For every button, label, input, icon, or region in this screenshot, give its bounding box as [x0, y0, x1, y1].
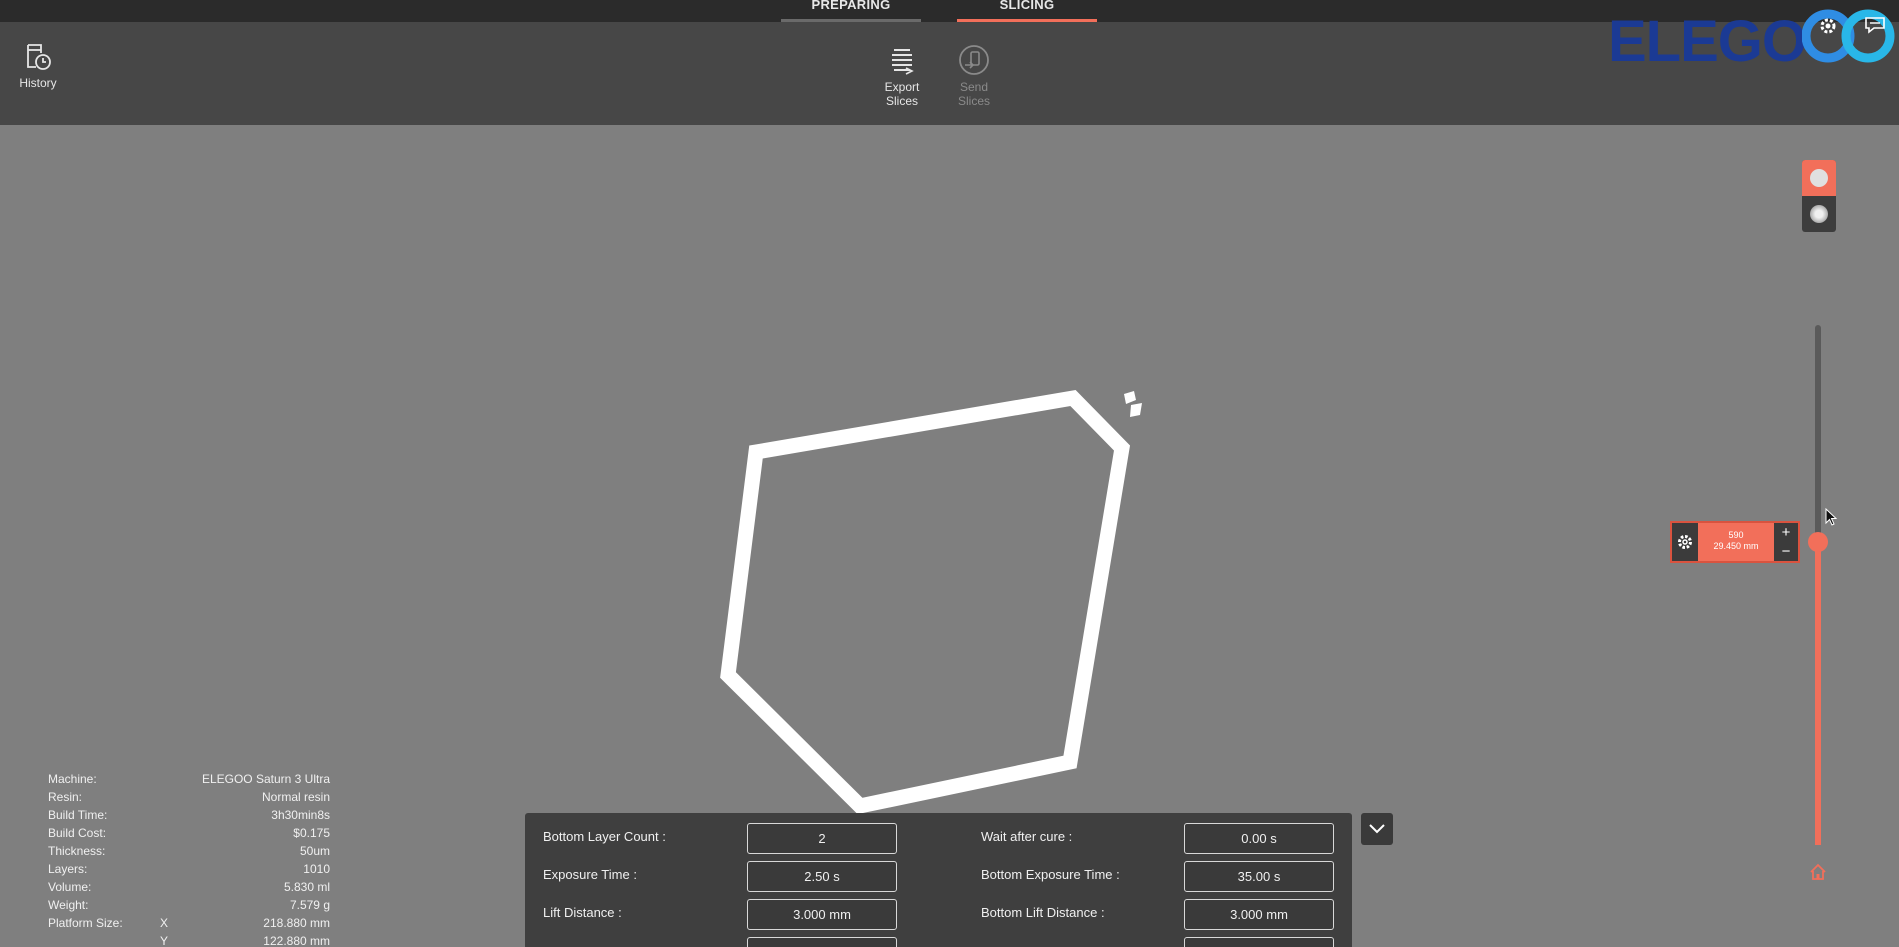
lift-distance-label: Lift Distance :	[543, 905, 622, 920]
info-row-layers: Layers: 1010	[48, 860, 330, 878]
collapse-settings-button[interactable]	[1361, 813, 1393, 845]
settings-row: Exposure Time : Bottom Exposure Time :	[525, 856, 1352, 894]
layer-height: 29.450 mm	[1713, 541, 1759, 551]
axis-label-x: X	[160, 916, 169, 930]
info-value: 1010	[303, 862, 330, 876]
export-slices-icon	[892, 49, 914, 75]
export-slices-button[interactable]: Export Slices	[870, 44, 934, 108]
history-icon	[27, 44, 51, 70]
bottom-exposure-time-input[interactable]	[1184, 861, 1334, 892]
next-setting-input[interactable]	[747, 937, 897, 947]
next-setting-input[interactable]	[1184, 937, 1334, 947]
settings-row-partial	[525, 932, 1352, 947]
elegoo-logo: ELEGO	[1608, 9, 1807, 74]
mouse-cursor-icon	[1825, 508, 1838, 526]
info-value: $0.175	[293, 826, 330, 840]
send-label-line2: Slices	[957, 94, 990, 108]
layer-slider-track-upper[interactable]	[1815, 325, 1821, 541]
slice-fragment	[1124, 391, 1136, 404]
info-value: 50um	[299, 844, 330, 858]
bottom-layer-count-label: Bottom Layer Count :	[543, 829, 666, 844]
info-value: 122.880 mm	[263, 934, 330, 947]
info-key: Layers:	[48, 862, 88, 876]
send-slices-button[interactable]: Send Slices	[944, 44, 1004, 108]
export-label-line2: Slices	[885, 94, 918, 108]
info-value: 218.880 mm	[263, 916, 330, 930]
slicer-app: PREPARING SLICING History Export Slices	[0, 0, 1899, 947]
view-mode-solid-button[interactable]	[1802, 160, 1836, 196]
info-row-machine: Machine: ELEGOO Saturn 3 Ultra	[48, 770, 330, 788]
exposure-settings-panel: Bottom Layer Count : Wait after cure : E…	[525, 813, 1352, 947]
wait-after-cure-label: Wait after cure :	[981, 829, 1073, 844]
exposure-time-label: Exposure Time :	[543, 867, 637, 882]
info-row-build-cost: Build Cost: $0.175	[48, 824, 330, 842]
gear-icon	[1678, 535, 1692, 549]
send-label-line1: Send	[959, 80, 989, 94]
layer-readout: 590 29.450 mm	[1700, 530, 1772, 552]
info-value: 3h30min8s	[271, 808, 330, 822]
info-key: Machine:	[48, 772, 97, 786]
layer-increment-button[interactable]: +	[1774, 523, 1798, 542]
info-key: Volume:	[48, 880, 92, 894]
info-row-platform-y: Y 122.880 mm	[48, 932, 330, 947]
view-mode-toggle	[1802, 160, 1836, 232]
print-info-panel: Machine: ELEGOO Saturn 3 Ultra Resin: No…	[48, 770, 330, 947]
info-value: 5.830 ml	[283, 880, 330, 894]
bottom-lift-distance-label: Bottom Lift Distance :	[981, 905, 1105, 920]
layer-slider-handle[interactable]	[1808, 532, 1828, 552]
layer-stepper: + −	[1774, 523, 1798, 561]
toolbar: History Export Slices Send Slices ELEGO	[0, 9, 1899, 125]
layer-decrement-button[interactable]: −	[1774, 542, 1798, 561]
info-key: Build Cost:	[48, 826, 107, 840]
feedback-chat-icon[interactable]	[1864, 16, 1886, 34]
tab-preparing[interactable]: PREPARING	[781, 0, 921, 22]
info-row-volume: Volume: 5.830 ml	[48, 878, 330, 896]
history-button[interactable]: History	[10, 42, 66, 90]
settings-gear-icon[interactable]	[1818, 16, 1838, 36]
logo-rings-icon	[1802, 9, 1895, 63]
layer-indicator: 590 29.450 mm + −	[1670, 521, 1800, 563]
wait-after-cure-input[interactable]	[1184, 823, 1334, 854]
home-icon[interactable]	[1808, 862, 1828, 882]
axis-label-y: Y	[160, 934, 169, 947]
bottom-exposure-time-label: Bottom Exposure Time :	[981, 867, 1120, 882]
info-value: ELEGOO Saturn 3 Ultra	[201, 772, 330, 786]
settings-row: Bottom Layer Count : Wait after cure :	[525, 818, 1352, 856]
solid-dot-icon	[1810, 169, 1828, 187]
exposure-time-input[interactable]	[747, 861, 897, 892]
export-label-line1: Export	[884, 80, 920, 94]
info-row-resin: Resin: Normal resin	[48, 788, 330, 806]
slice-outline	[720, 389, 1131, 815]
slice-fragment	[1130, 403, 1142, 417]
info-key: Thickness:	[48, 844, 106, 858]
info-value: Normal resin	[261, 790, 330, 804]
info-key: Platform Size:	[48, 916, 123, 930]
info-row-platform-x: Platform Size: X 218.880 mm	[48, 914, 330, 932]
layer-number: 590	[1728, 530, 1744, 540]
bottom-layer-count-input[interactable]	[747, 823, 897, 854]
bottom-lift-distance-input[interactable]	[1184, 899, 1334, 930]
info-key: Build Time:	[48, 808, 108, 822]
blur-dot-icon	[1810, 205, 1828, 223]
info-key: Resin:	[48, 790, 83, 804]
chevron-down-icon	[1369, 824, 1385, 834]
info-row-thickness: Thickness: 50um	[48, 842, 330, 860]
settings-row: Lift Distance : Bottom Lift Distance :	[525, 894, 1352, 932]
layer-slider-track-lower[interactable]	[1815, 541, 1821, 845]
tab-slicing[interactable]: SLICING	[957, 0, 1097, 22]
info-row-weight: Weight: 7.579 g	[48, 896, 330, 914]
info-row-build-time: Build Time: 3h30min8s	[48, 806, 330, 824]
view-mode-blur-button[interactable]	[1802, 196, 1836, 232]
info-value: 7.579 g	[289, 898, 330, 912]
lift-distance-input[interactable]	[747, 899, 897, 930]
history-label: History	[19, 76, 57, 90]
info-key: Weight:	[48, 898, 89, 912]
layer-settings-button[interactable]	[1672, 523, 1698, 561]
send-slices-icon	[959, 45, 989, 75]
